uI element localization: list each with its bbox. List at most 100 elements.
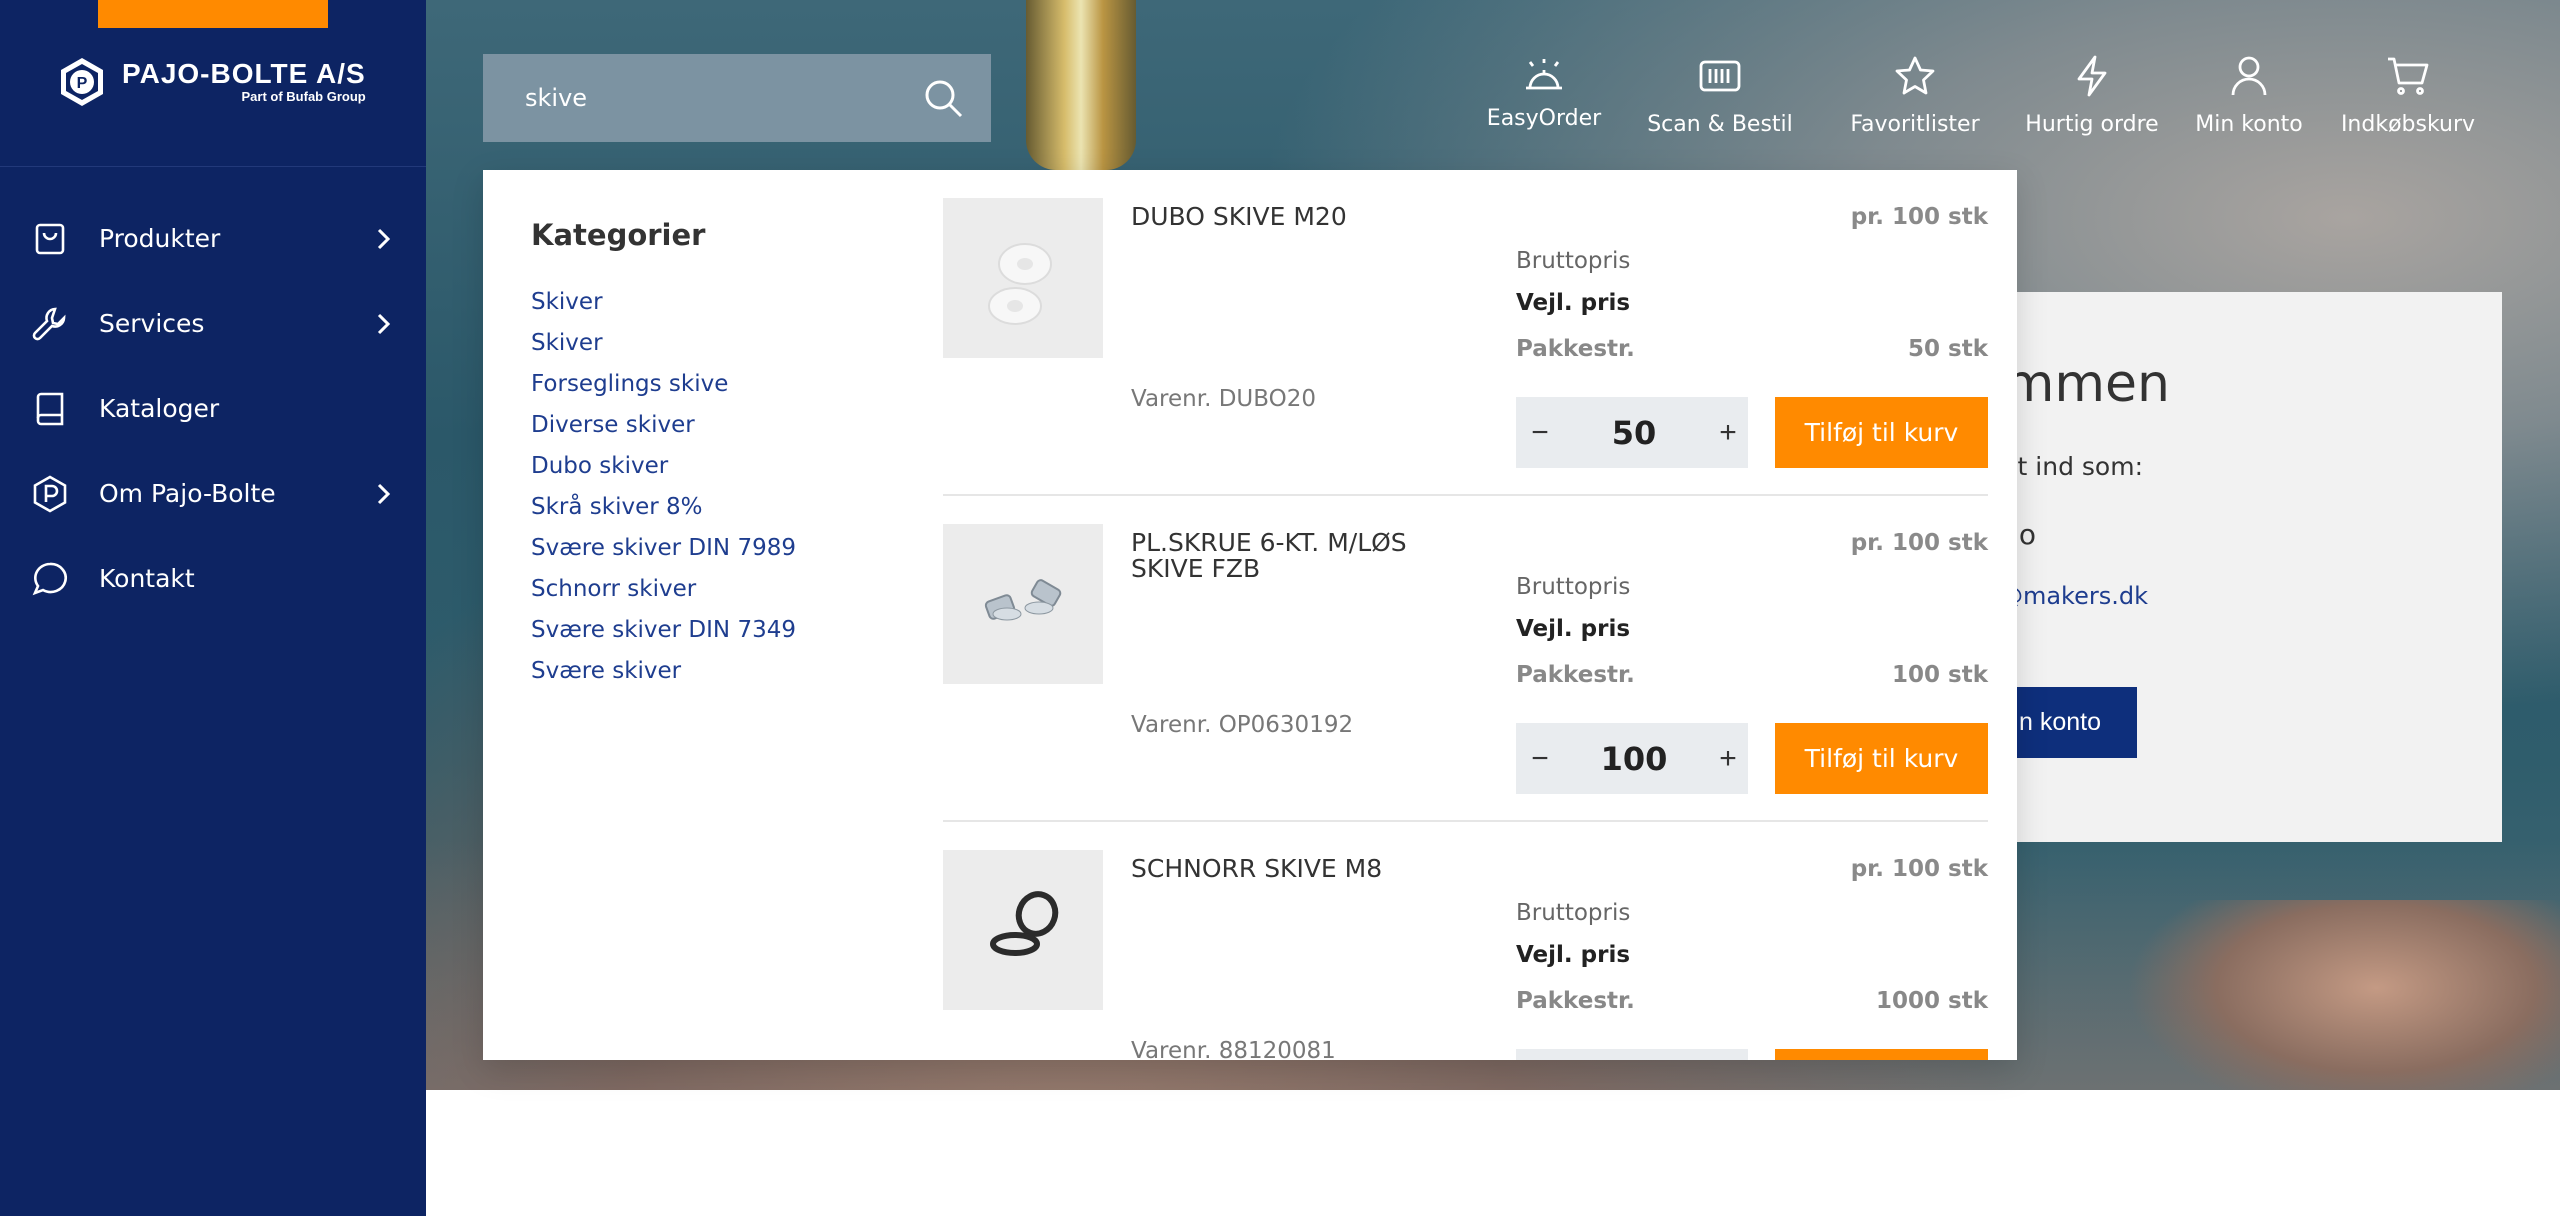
category-link[interactable]: Forseglings skive xyxy=(531,371,728,397)
product-image[interactable] xyxy=(943,198,1103,358)
header-actions: EasyOrder Scan & Bestil Favoritlister Hu… xyxy=(1480,54,2478,137)
header-action-label: Hurtig ordre xyxy=(2025,112,2159,137)
package-size-label: Pakkestr. xyxy=(1516,662,1635,688)
product-sku: Varenr. 88120081 xyxy=(1131,1038,1336,1060)
decrease-quantity-button[interactable]: − xyxy=(1520,397,1560,468)
header-favoritlister[interactable]: Favoritlister xyxy=(1830,54,2000,137)
list-item: Skrå skiver 8% xyxy=(531,486,796,527)
sidebar-nav: Produkter Services Kataloger Om Pajo-Bol… xyxy=(0,196,426,621)
sidebar-item-kontakt[interactable]: Kontakt xyxy=(0,536,426,621)
sidebar-item-kataloger[interactable]: Kataloger xyxy=(0,366,426,451)
product-image[interactable] xyxy=(943,524,1103,684)
product-price-unit: pr. 100 stk xyxy=(1850,856,1988,882)
increase-quantity-button[interactable]: + xyxy=(1708,397,1748,468)
header-easyorder[interactable]: EasyOrder xyxy=(1480,54,1608,137)
product-row: PL.SKRUE 6-KT. M/LØS SKIVE FZB Varenr. O… xyxy=(943,496,1988,822)
sidebar: P PAJO-BOLTE A/S Part of Bufab Group Pro… xyxy=(0,0,426,1216)
wrench-icon xyxy=(30,304,70,344)
add-to-cart-button[interactable] xyxy=(1775,1049,1988,1060)
cloche-icon xyxy=(1522,54,1566,98)
product-name[interactable]: DUBO SKIVE M20 xyxy=(1131,204,1451,230)
list-item: Svære skiver xyxy=(531,650,796,691)
hero-brass-fitting-image xyxy=(1026,0,1136,170)
product-row: SCHNORR SKIVE M8 Varenr. 88120081 pr. 10… xyxy=(943,822,1988,1060)
recommended-price-label: Vejl. pris xyxy=(1516,942,1631,968)
categories-list: Skiver Skiver Forseglings skive Diverse … xyxy=(531,281,796,691)
product-name[interactable]: SCHNORR SKIVE M8 xyxy=(1131,856,1451,882)
header-min-konto[interactable]: Min konto xyxy=(2184,54,2314,137)
quantity-stepper: − + xyxy=(1516,723,1748,794)
sidebar-divider xyxy=(0,166,426,167)
category-link[interactable]: Dubo skiver xyxy=(531,453,668,479)
search-input[interactable] xyxy=(525,54,905,142)
star-icon xyxy=(1893,54,1937,98)
add-to-cart-button[interactable]: Tilføj til kurv xyxy=(1775,397,1988,468)
sidebar-item-om-pajo-bolte[interactable]: Om Pajo-Bolte xyxy=(0,451,426,536)
sidebar-item-label: Produkter xyxy=(99,224,221,253)
gross-price-label: Bruttopris xyxy=(1516,574,1631,600)
product-image[interactable] xyxy=(943,850,1103,1010)
product-price-unit: pr. 100 stk xyxy=(1850,530,1988,556)
package-size-value: 1000 stk xyxy=(1875,988,1988,1014)
list-item: Dubo skiver xyxy=(531,445,796,486)
categories-title: Kategorier xyxy=(531,218,706,252)
category-link[interactable]: Skiver xyxy=(531,289,603,315)
header-hurtig-ordre[interactable]: Hurtig ordre xyxy=(2014,54,2170,137)
gross-price-label: Bruttopris xyxy=(1516,248,1631,274)
category-link[interactable]: Skiver xyxy=(531,330,603,356)
svg-text:P: P xyxy=(77,75,88,92)
package-size-label: Pakkestr. xyxy=(1516,988,1635,1014)
category-link[interactable]: Svære skiver xyxy=(531,658,681,684)
lightning-icon xyxy=(2070,54,2114,98)
header-action-label: Scan & Bestil xyxy=(1647,112,1793,137)
pajo-logo-icon xyxy=(30,474,70,514)
header-indkoebskurv[interactable]: Indkøbskurv xyxy=(2338,54,2478,137)
sidebar-item-services[interactable]: Services xyxy=(0,281,426,366)
sidebar-item-produkter[interactable]: Produkter xyxy=(0,196,426,281)
recommended-price-label: Vejl. pris xyxy=(1516,290,1631,316)
add-to-cart-button[interactable]: Tilføj til kurv xyxy=(1775,723,1988,794)
chevron-right-icon xyxy=(377,483,391,504)
sidebar-item-label: Kontakt xyxy=(99,564,195,593)
product-sku: Varenr. DUBO20 xyxy=(1131,386,1316,412)
category-link[interactable]: Schnorr skiver xyxy=(531,576,696,602)
brand-name: PAJO-BOLTE A/S xyxy=(122,58,366,89)
category-link[interactable]: Svære skiver DIN 7989 xyxy=(531,535,796,561)
barcode-icon xyxy=(1698,54,1742,98)
sidebar-item-label: Om Pajo-Bolte xyxy=(99,479,276,508)
header-scan-bestil[interactable]: Scan & Bestil xyxy=(1630,54,1810,137)
search-bar xyxy=(483,54,991,142)
search-icon[interactable] xyxy=(921,76,965,120)
brand-subtitle: Part of Bufab Group xyxy=(241,89,366,104)
chat-bubble-icon xyxy=(30,559,70,599)
package-size-value: 100 stk xyxy=(1892,662,1988,688)
category-link[interactable]: Skrå skiver 8% xyxy=(531,494,703,520)
product-sku: Varenr. OP0630192 xyxy=(1131,712,1354,738)
quantity-input[interactable] xyxy=(1560,739,1708,778)
cart-icon xyxy=(2386,54,2430,98)
list-item: Diverse skiver xyxy=(531,404,796,445)
list-item: Skiver xyxy=(531,322,796,363)
chevron-right-icon xyxy=(377,313,391,334)
recommended-price-label: Vejl. pris xyxy=(1516,616,1631,642)
category-link[interactable]: Svære skiver DIN 7349 xyxy=(531,617,796,643)
user-icon xyxy=(2227,54,2271,98)
pajo-logo-icon: P xyxy=(61,58,103,106)
hero-fingers-image xyxy=(2126,900,2560,1090)
header-action-label: EasyOrder xyxy=(1486,106,1602,131)
decrease-quantity-button[interactable]: − xyxy=(1520,723,1560,794)
sidebar-item-label: Kataloger xyxy=(99,394,220,423)
package-size-value: 50 stk xyxy=(1908,336,1988,362)
list-item: Svære skiver DIN 7349 xyxy=(531,609,796,650)
header-action-label: Min konto xyxy=(2195,112,2303,137)
list-item: Schnorr skiver xyxy=(531,568,796,609)
product-name[interactable]: PL.SKRUE 6-KT. M/LØS SKIVE FZB xyxy=(1131,530,1451,582)
quantity-stepper[interactable] xyxy=(1516,1049,1748,1060)
list-item: Forseglings skive xyxy=(531,363,796,404)
product-price-unit: pr. 100 stk xyxy=(1850,204,1988,230)
increase-quantity-button[interactable]: + xyxy=(1708,723,1748,794)
brand-logo[interactable]: P PAJO-BOLTE A/S Part of Bufab Group xyxy=(56,56,366,108)
package-size-label: Pakkestr. xyxy=(1516,336,1635,362)
category-link[interactable]: Diverse skiver xyxy=(531,412,695,438)
quantity-input[interactable] xyxy=(1560,413,1708,452)
